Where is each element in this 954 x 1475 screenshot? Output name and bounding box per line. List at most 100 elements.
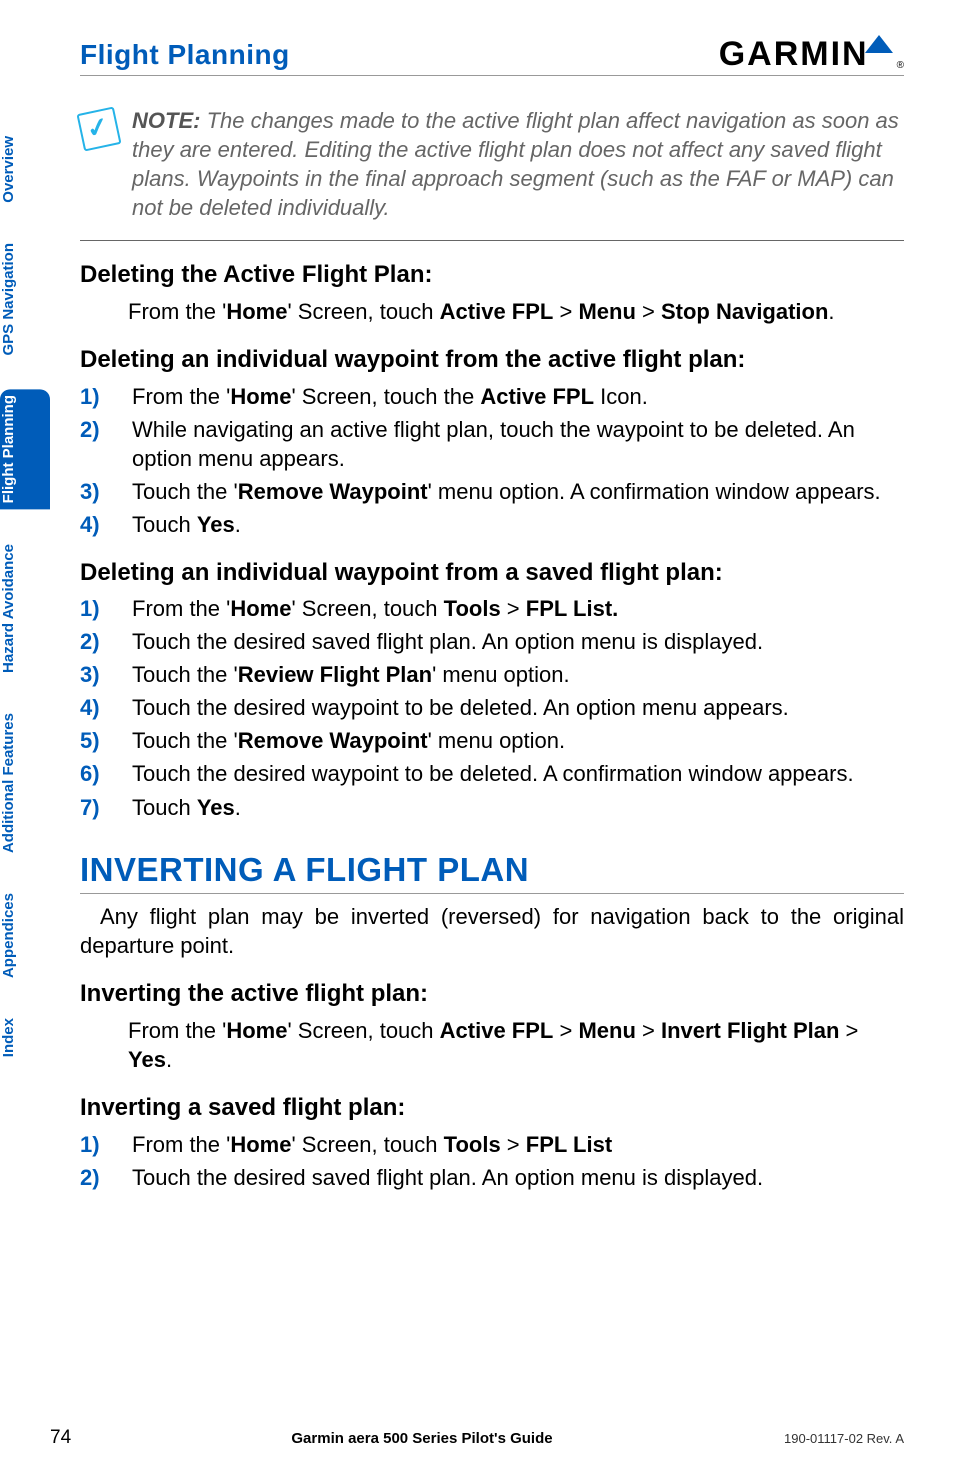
list-item: 6) Touch the desired waypoint to be delet… [80,759,904,788]
tab-appendices[interactable]: Appendices [0,887,50,984]
t: ' Screen, touch the [291,384,480,409]
list-item: 3) Touch the 'Remove Waypoint' menu optio… [80,477,904,506]
list-item: 2) Touch the desired saved flight plan. A… [80,1163,904,1192]
proc1-menu: Menu [578,299,635,324]
t: > [839,1018,858,1043]
garmin-logo-text: GARMIN [719,37,869,71]
t: Touch [132,512,197,537]
step-body: From the 'Home' Screen, touch Tools > FP… [132,594,904,623]
t: From the ' [132,1132,230,1157]
list-item: 1)From the 'Home' Screen, touch Tools > … [80,594,904,623]
page-footer: 74 Garmin aera 500 Series Pilot's Guide … [50,1427,904,1449]
b: Tools [444,1132,501,1157]
b: Tools [444,596,501,621]
b: FPL List [526,1132,612,1157]
step-body: Touch Yes. [132,510,904,539]
step-body: Touch the desired saved flight plan. An … [132,627,904,656]
t: From the ' [132,384,230,409]
proc4-title: Inverting the active flight plan: [80,978,904,1010]
step-number: 4) [80,693,114,722]
tab-index[interactable]: Index [0,1012,50,1063]
t: > [501,1132,526,1157]
t: Touch the ' [132,728,238,753]
t: . [235,795,241,820]
step-body: Touch the desired saved flight plan. An … [132,1163,904,1192]
t: Touch the ' [132,662,238,687]
b: Yes [197,795,235,820]
list-item: 3) Touch the 'Review Flight Plan' menu op… [80,660,904,689]
b: Yes [197,512,235,537]
note-body: The changes made to the active flight pl… [132,108,899,220]
b: Home [230,596,291,621]
proc3-title: Deleting an individual waypoint from a s… [80,557,904,589]
proc2-title: Deleting an individual waypoint from the… [80,344,904,376]
b: Home [226,1018,287,1043]
t: . [166,1047,172,1072]
proc1-title: Deleting the Active Flight Plan: [80,259,904,291]
tab-hazard-avoidance[interactable]: Hazard Avoidance [0,538,50,679]
tab-additional-features[interactable]: Additional Features [0,707,50,859]
step-number: 6) [80,759,114,788]
proc5-title: Inverting a saved flight plan: [80,1092,904,1124]
list-item: 4) Touch Yes. [80,510,904,539]
page-number: 74 [50,1427,110,1449]
b: Active FPL [440,1018,554,1043]
proc1-gt2: > [636,299,661,324]
t: ' Screen, touch [291,1132,443,1157]
step-body: Touch Yes. [132,793,904,822]
note-label: NOTE: [132,108,200,133]
step-number: 1) [80,382,114,411]
t: Icon. [594,384,648,409]
tab-flight-planning[interactable]: Flight Planning [0,389,50,509]
b: Invert Flight Plan [661,1018,839,1043]
tab-gps-navigation[interactable]: GPS Navigation [0,237,50,362]
tab-overview[interactable]: Overview [0,130,50,209]
list-item: 7)Touch Yes. [80,793,904,822]
t: Touch the ' [132,479,238,504]
proc1-body: From the 'Home' Screen, touch Active FPL… [128,297,904,326]
b: Active FPL [480,384,594,409]
garmin-registered-mark: ® [897,60,904,71]
section-inverting-heading: INVERTING A FLIGHT PLAN [80,848,904,895]
page-content: NOTE: The changes made to the active fli… [80,106,904,1192]
t: > [501,596,526,621]
header-title: Flight Planning [80,39,290,71]
step-number: 3) [80,660,114,689]
step-number: 4) [80,510,114,539]
b: Yes [128,1047,166,1072]
list-item: 2) While navigating an active flight plan… [80,415,904,473]
step-number: 3) [80,477,114,506]
proc1-stop-navigation: Stop Navigation [661,299,828,324]
step-number: 2) [80,1163,114,1192]
t: ' menu option. [432,662,570,687]
note-text: NOTE: The changes made to the active fli… [132,106,904,222]
side-tabs: Overview GPS Navigation Flight Planning … [0,130,50,1063]
step-body: Touch the 'Remove Waypoint' menu option. [132,726,904,755]
b: Menu [578,1018,635,1043]
garmin-logo: GARMIN ® [719,35,904,71]
proc1-text: From the ' [128,299,226,324]
note-icon-wrap [80,106,118,222]
t: ' Screen, touch [291,596,443,621]
step-number: 2) [80,627,114,656]
step-body: While navigating an active flight plan, … [132,415,904,473]
t: ' menu option. [428,728,566,753]
section-inverting-body: Any flight plan may be inverted (reverse… [80,902,904,960]
step-body: Touch the 'Review Flight Plan' menu opti… [132,660,904,689]
step-body: Touch the 'Remove Waypoint' menu option.… [132,477,904,506]
t: . [235,512,241,537]
proc1-gt1: > [553,299,578,324]
b: Remove Waypoint [238,728,428,753]
b: Home [230,1132,291,1157]
step-body: Touch the desired waypoint to be deleted… [132,759,904,788]
proc1-period: . [828,299,834,324]
t: Touch [132,795,197,820]
t: > [636,1018,661,1043]
list-item: 4)Touch the desired waypoint to be delet… [80,693,904,722]
proc2-steps: 1)From the 'Home' Screen, touch the Acti… [80,382,904,539]
step-number: 5) [80,726,114,755]
b: Review Flight Plan [238,662,432,687]
checkmark-note-icon [76,106,121,151]
step-number: 2) [80,415,114,473]
proc3-steps: 1)From the 'Home' Screen, touch Tools > … [80,594,904,821]
